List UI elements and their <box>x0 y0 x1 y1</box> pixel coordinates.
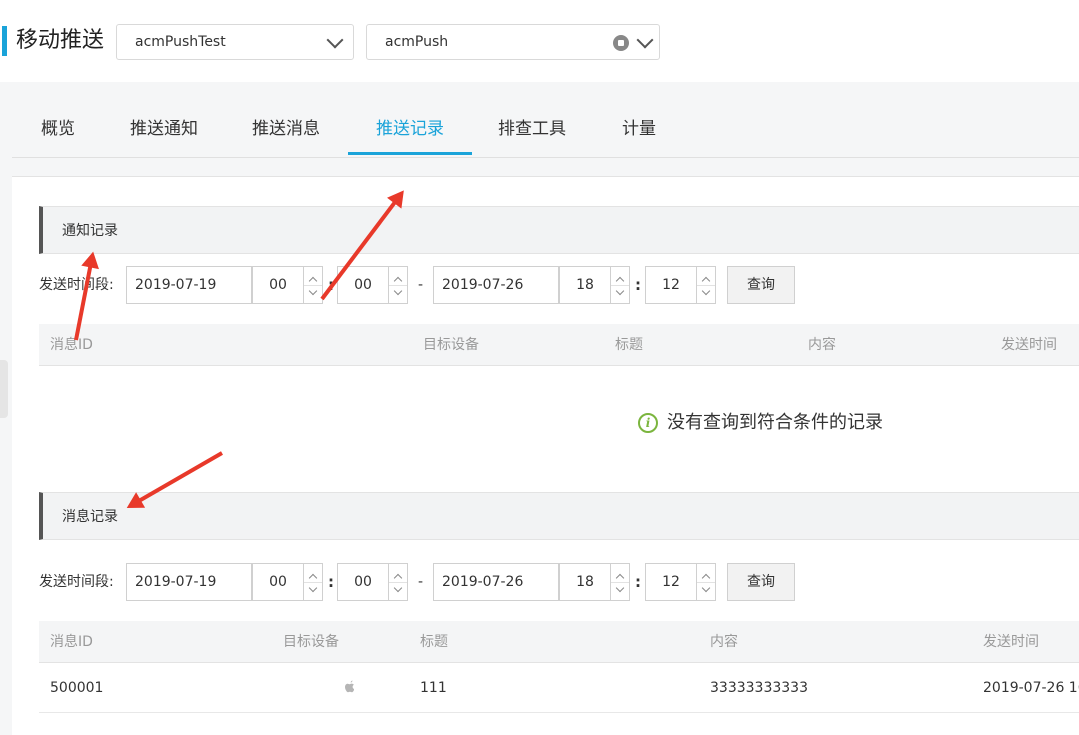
notify-start-hour-input[interactable]: 00 <box>252 266 304 304</box>
chevron-up-icon <box>393 276 403 286</box>
message-end-min-stepper[interactable] <box>696 563 716 601</box>
message-content-cell: 33333333333 <box>710 680 808 696</box>
message-start-min-stepper[interactable] <box>388 563 408 601</box>
notify-end-hour-input[interactable]: 18 <box>559 266 611 304</box>
notify-end-min-stepper[interactable] <box>696 266 716 304</box>
message-start-hour-stepper[interactable] <box>303 563 323 601</box>
column-header: 发送时间 <box>983 634 1039 650</box>
platform-select-value: acmPush <box>385 34 449 50</box>
tab-push-message[interactable]: 推送消息 <box>236 104 336 156</box>
chevron-down-icon <box>615 583 625 593</box>
tab-push-notification[interactable]: 推送通知 <box>114 104 214 156</box>
message-query-button[interactable]: 查询 <box>727 563 795 601</box>
app-select-value: acmPushTest <box>135 34 226 50</box>
column-header: 消息ID <box>50 337 93 353</box>
message-table-header: 消息ID 目标设备 标题 内容 发送时间 <box>39 621 1079 663</box>
notify-section-title: 通知记录 <box>62 223 118 239</box>
column-header: 发送时间 <box>1001 337 1057 353</box>
column-header: 标题 <box>420 634 448 650</box>
notify-start-hour-stepper[interactable] <box>303 266 323 304</box>
range-dash: - <box>418 574 424 590</box>
chevron-down-icon <box>636 31 654 49</box>
column-header: 标题 <box>615 337 643 353</box>
notify-start-date-input[interactable]: 2019-07-19 <box>126 266 252 304</box>
chevron-up-icon <box>615 276 625 286</box>
column-header: 目标设备 <box>283 634 339 650</box>
notify-end-min-input[interactable]: 12 <box>645 266 697 304</box>
time-colon: : <box>635 573 641 591</box>
tab-bar: 概览 推送通知 推送消息 推送记录 排查工具 计量 <box>12 104 1079 158</box>
page-title: 移动推送 <box>16 28 105 53</box>
chevron-up-icon <box>701 276 711 286</box>
message-section-header: 消息记录 <box>39 492 1079 540</box>
chevron-up-icon <box>701 573 711 583</box>
tab-troubleshoot[interactable]: 排查工具 <box>482 104 582 156</box>
chevron-up-icon <box>615 573 625 583</box>
clear-icon[interactable] <box>613 35 629 51</box>
column-header: 内容 <box>710 634 738 650</box>
chevron-down-icon <box>326 31 344 49</box>
platform-select[interactable]: acmPush <box>366 24 660 60</box>
message-end-date-input[interactable]: 2019-07-26 <box>433 563 559 601</box>
chevron-down-icon <box>308 286 318 296</box>
notify-table-header: 消息ID 目标设备 标题 内容 发送时间 <box>39 324 1079 366</box>
chevron-down-icon <box>701 583 711 593</box>
scroll-handle[interactable] <box>0 360 8 418</box>
column-header: 目标设备 <box>423 337 479 353</box>
message-filter-label: 发送时间段: <box>39 574 114 590</box>
notify-start-min-stepper[interactable] <box>388 266 408 304</box>
range-dash: - <box>418 277 424 293</box>
time-colon: : <box>635 276 641 294</box>
notify-end-date-input[interactable]: 2019-07-26 <box>433 266 559 304</box>
chevron-up-icon <box>393 573 403 583</box>
message-start-date-input[interactable]: 2019-07-19 <box>126 563 252 601</box>
notify-end-hour-stepper[interactable] <box>610 266 630 304</box>
tab-overview[interactable]: 概览 <box>12 104 104 156</box>
notify-filter-label: 发送时间段: <box>39 277 114 293</box>
chevron-up-icon <box>308 573 318 583</box>
apple-icon <box>345 680 354 693</box>
message-end-hour-input[interactable]: 18 <box>559 563 611 601</box>
column-header: 内容 <box>808 337 836 353</box>
app-select[interactable]: acmPushTest <box>116 24 354 60</box>
message-end-hour-stepper[interactable] <box>610 563 630 601</box>
table-row[interactable]: 500001 111 33333333333 2019-07-26 16: <box>39 663 1079 713</box>
tab-metering[interactable]: 计量 <box>604 104 674 156</box>
message-end-min-input[interactable]: 12 <box>645 563 697 601</box>
chevron-down-icon <box>615 286 625 296</box>
tab-push-records[interactable]: 推送记录 <box>360 104 460 156</box>
active-tab-indicator <box>348 152 472 155</box>
chevron-down-icon <box>393 286 403 296</box>
chevron-down-icon <box>701 286 711 296</box>
message-section-title: 消息记录 <box>62 509 118 525</box>
column-header: 消息ID <box>50 634 93 650</box>
message-title-cell: 111 <box>420 680 447 696</box>
chevron-up-icon <box>308 276 318 286</box>
notify-query-button[interactable]: 查询 <box>727 266 795 304</box>
time-colon: : <box>328 573 334 591</box>
empty-state-text: 没有查询到符合条件的记录 <box>667 412 883 433</box>
notify-section-header: 通知记录 <box>39 206 1079 254</box>
info-icon: i <box>638 413 658 433</box>
message-start-hour-input[interactable]: 00 <box>252 563 304 601</box>
message-start-min-input[interactable]: 00 <box>337 563 389 601</box>
chevron-down-icon <box>308 583 318 593</box>
message-id-cell: 500001 <box>50 680 104 696</box>
header-accent-bar <box>2 26 7 56</box>
chevron-down-icon <box>393 583 403 593</box>
app-header: 移动推送 acmPushTest acmPush <box>0 0 1079 82</box>
message-time-cell: 2019-07-26 16: <box>983 680 1079 696</box>
